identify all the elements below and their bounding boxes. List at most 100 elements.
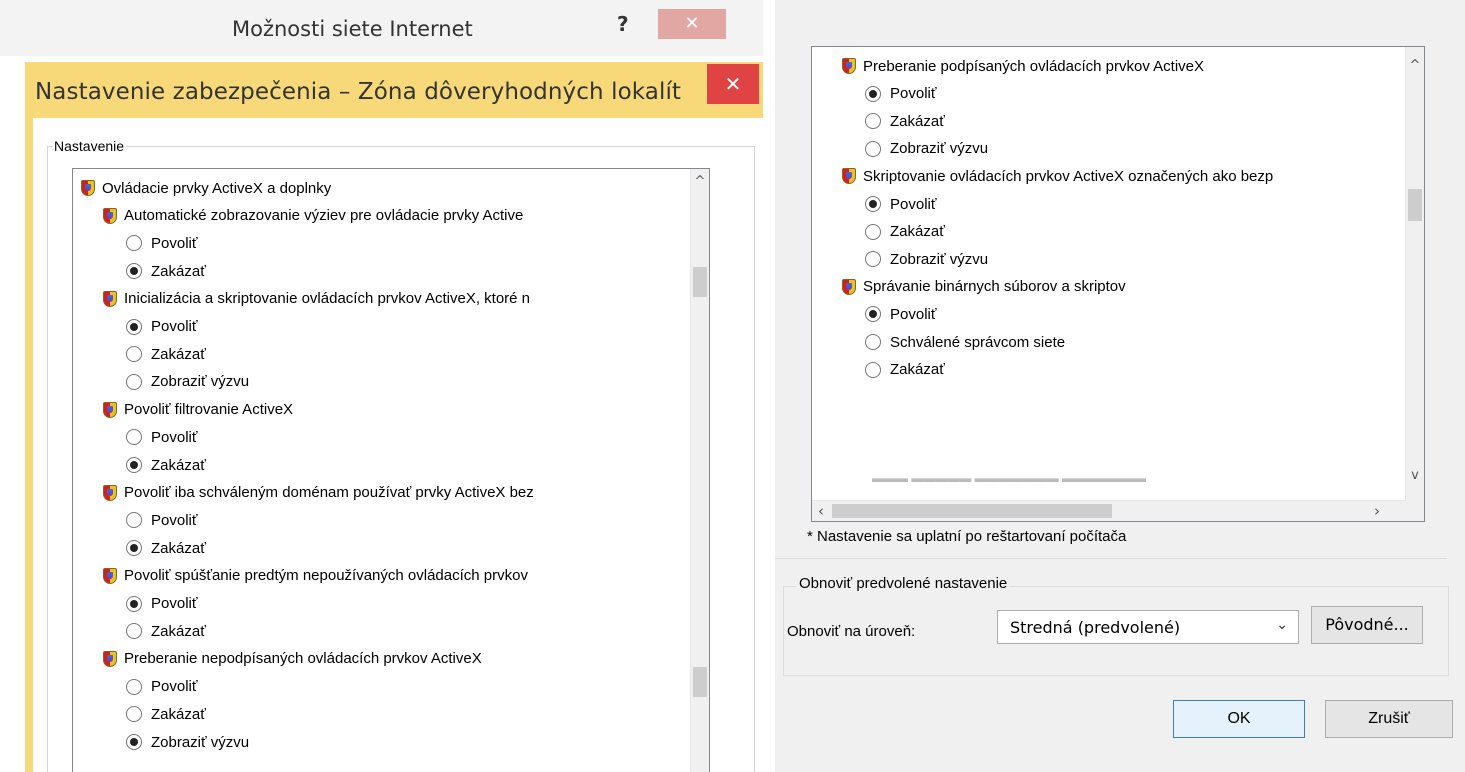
tree-setting: Správanie binárnych súborov a skriptov: [842, 276, 1126, 298]
setting-label: Preberanie podpísaných ovládacích prvkov…: [863, 57, 1205, 75]
radio-label: Zobraziť výzvu: [890, 250, 989, 268]
radio-button[interactable]: [126, 512, 142, 529]
scroll-down-icon[interactable]: v: [1406, 467, 1424, 484]
radio-label: Zakázať: [890, 361, 945, 379]
internet-options-titlebar: Možnosti siete Internet ? ✕: [0, 0, 763, 56]
radio-option[interactable]: Zakázať: [126, 343, 206, 365]
radio-button[interactable]: [865, 223, 881, 240]
radio-label: Povoliť: [151, 234, 198, 252]
radio-label: Povoliť: [890, 195, 937, 213]
radio-button[interactable]: [126, 263, 142, 280]
radio-label: Zobraziť výzvu: [151, 733, 250, 751]
radio-button[interactable]: [865, 361, 881, 378]
radio-option[interactable]: Zakázať: [865, 221, 945, 243]
tree-setting: Skriptovanie ovládacích prvkov ActiveX o…: [842, 165, 1273, 187]
radio-option[interactable]: Schválené správcom siete: [865, 331, 1065, 353]
radio-option[interactable]: Povoliť: [126, 509, 197, 531]
tree-setting: Povoliť filtrovanie ActiveX: [103, 399, 293, 421]
reset-level-select[interactable]: Stredná (predvolené) ⌄: [997, 610, 1299, 644]
radio-option[interactable]: Zobraziť výzvu: [126, 731, 249, 753]
radio-option[interactable]: Zobraziť výzvu: [865, 138, 988, 160]
shield-icon: [81, 180, 95, 196]
scroll-left-icon[interactable]: ‹: [812, 501, 830, 521]
scroll-up-icon[interactable]: ^: [691, 173, 709, 190]
radio-button[interactable]: [865, 334, 881, 350]
radio-option[interactable]: Zakázať: [126, 537, 206, 559]
radio-button[interactable]: [126, 734, 142, 750]
scrollbar-thumb[interactable]: [693, 267, 707, 297]
radio-label: Schválené správcom siete: [890, 333, 1066, 351]
shield-icon: [842, 168, 856, 185]
radio-button[interactable]: [865, 85, 881, 102]
scroll-right-icon[interactable]: ›: [1368, 501, 1386, 521]
tree-setting: Povoliť iba schváleným doménam používať …: [103, 482, 534, 504]
shield-icon: [103, 484, 117, 501]
radio-button[interactable]: [126, 623, 142, 640]
setting-label: Skriptovanie ovládacích prvkov ActiveX o…: [863, 167, 1274, 185]
shield-icon: [842, 58, 856, 74]
tree-setting: Inicializácia a skriptovanie ovládacích …: [103, 288, 530, 310]
radio-option[interactable]: Povoliť: [126, 593, 197, 615]
radio-option[interactable]: Zobraziť výzvu: [126, 371, 249, 393]
radio-option[interactable]: Povoliť: [865, 193, 936, 215]
radio-button[interactable]: [126, 429, 142, 446]
internet-options-title: Možnosti siete Internet: [232, 17, 473, 41]
radio-label: Zakázať: [890, 223, 945, 241]
vertical-scrollbar[interactable]: ^ v: [1405, 47, 1424, 501]
radio-option[interactable]: Povoliť: [865, 83, 936, 105]
radio-button[interactable]: [126, 346, 142, 363]
vertical-scrollbar[interactable]: ^: [690, 169, 709, 772]
radio-button[interactable]: [865, 140, 881, 157]
settings-legend: Nastavenie: [52, 138, 127, 154]
radio-button[interactable]: [865, 251, 881, 268]
dialog-close-icon[interactable]: ✕: [707, 64, 759, 104]
radio-button[interactable]: [126, 457, 142, 473]
radio-button[interactable]: [126, 595, 142, 612]
radio-button[interactable]: [126, 235, 142, 252]
radio-button[interactable]: [865, 306, 881, 323]
radio-button[interactable]: [865, 196, 881, 212]
radio-option[interactable]: Zobraziť výzvu: [865, 248, 988, 270]
settings-tree-continued[interactable]: Preberanie podpísaných ovládacích prvkov…: [811, 46, 1425, 522]
shield-icon: [103, 290, 117, 307]
horizontal-scrollbar[interactable]: ‹ ›: [812, 500, 1406, 521]
chevron-down-icon: ⌄: [1276, 617, 1288, 633]
radio-button[interactable]: [126, 678, 142, 695]
scroll-corner: [1406, 501, 1424, 521]
radio-label: Zakázať: [151, 539, 206, 557]
shield-icon: [103, 207, 117, 224]
radio-option[interactable]: Zakázať: [126, 454, 206, 476]
radio-button[interactable]: [126, 706, 142, 723]
radio-option[interactable]: Povoliť: [865, 303, 936, 325]
radio-option[interactable]: Povoliť: [126, 316, 197, 338]
radio-button[interactable]: [865, 113, 881, 130]
setting-label: Inicializácia a skriptovanie ovládacích …: [124, 290, 531, 308]
radio-option[interactable]: Zakázať: [126, 260, 206, 282]
clipped-tree-row: ▬▬▬ ▬▬▬▬▬ ▬▬▬▬▬▬▬ ▬▬▬▬▬▬▬: [872, 471, 1147, 485]
tree-setting: Preberanie nepodpísaných ovládacích prvk…: [103, 648, 482, 670]
radio-option[interactable]: Povoliť: [126, 676, 197, 698]
radio-option[interactable]: Zakázať: [865, 110, 945, 132]
radio-label: Povoliť: [151, 511, 198, 529]
scrollbar-thumb[interactable]: [1408, 189, 1422, 221]
help-button[interactable]: ?: [617, 12, 629, 36]
settings-tree-content-continued: Preberanie podpísaných ovládacích prvkov…: [812, 47, 1406, 501]
cancel-button[interactable]: Zrušiť: [1325, 700, 1453, 738]
scroll-up-icon[interactable]: ^: [1406, 57, 1424, 74]
reset-default-button[interactable]: Pôvodné...: [1311, 606, 1423, 644]
settings-tree[interactable]: Ovládacie prvky ActiveX a doplnky Automat…: [72, 168, 710, 772]
ok-button[interactable]: OK: [1173, 700, 1305, 738]
radio-option[interactable]: Povoliť: [126, 232, 197, 254]
shield-icon: [103, 567, 117, 584]
radio-button[interactable]: [126, 373, 142, 390]
radio-button[interactable]: [126, 540, 142, 557]
radio-button[interactable]: [126, 318, 142, 335]
radio-option[interactable]: Zakázať: [126, 620, 206, 642]
radio-option[interactable]: Zakázať: [865, 359, 945, 381]
close-icon[interactable]: ✕: [658, 9, 726, 39]
radio-label: Zakázať: [151, 622, 206, 640]
horizontal-scrollbar-thumb[interactable]: [832, 504, 1112, 518]
radio-option[interactable]: Povoliť: [126, 426, 197, 448]
radio-option[interactable]: Zakázať: [126, 703, 206, 725]
setting-label: Povoliť filtrovanie ActiveX: [124, 401, 294, 419]
